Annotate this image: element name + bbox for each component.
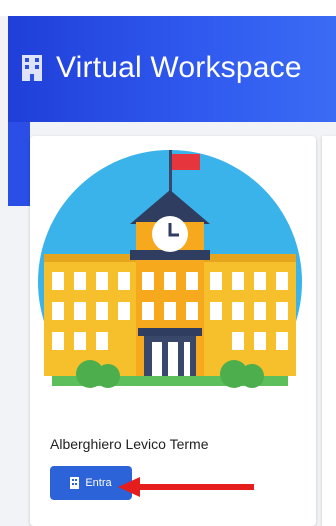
card-title: Alberghiero Levico Terme (50, 436, 209, 452)
header-inner: Virtual Workspace (22, 50, 302, 86)
workspace-header: Virtual Workspace (8, 16, 336, 122)
enter-button-label: Entra (85, 477, 112, 489)
building-icon (22, 55, 42, 81)
arrow-left-icon (118, 477, 254, 497)
building-icon (70, 477, 80, 489)
header-side-band (8, 122, 30, 206)
workspace-card: Alberghiero Levico Terme Entra (30, 136, 316, 526)
adjacent-card-edge (322, 136, 336, 526)
school-building-illustration (38, 150, 302, 414)
page-title: Virtual Workspace (56, 51, 302, 84)
window-top-strip (0, 0, 336, 16)
